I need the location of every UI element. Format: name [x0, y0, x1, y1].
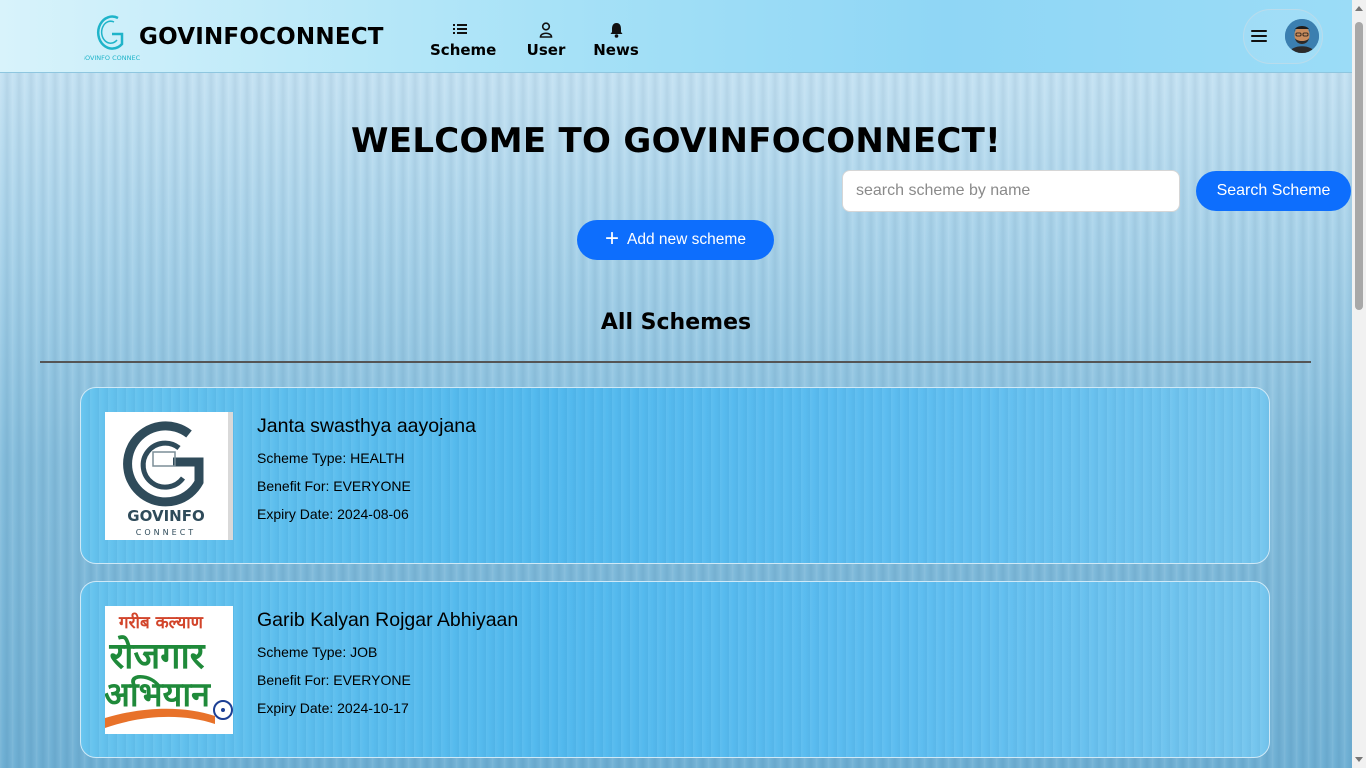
scheme-card[interactable]: GOVINFO CONNECT Janta swasthya aayojana …: [80, 387, 1270, 564]
nav-item-user[interactable]: User: [526, 22, 566, 59]
scroll-down-arrow-icon[interactable]: [1355, 757, 1363, 762]
add-new-scheme-button[interactable]: + Add new scheme: [577, 220, 774, 260]
scheme-expiry: Expiry Date: 2024-08-06: [257, 506, 409, 522]
scheme-image-text-mid: रोजगार: [108, 635, 205, 677]
scheme-image-text-bot: अभियान: [105, 674, 211, 715]
scroll-thumb[interactable]: [1355, 22, 1363, 310]
scheme-benefit: Benefit For: EVERYONE: [257, 478, 411, 494]
nav-item-news[interactable]: News: [592, 22, 640, 59]
scroll-up-arrow-icon[interactable]: [1355, 6, 1363, 11]
page-title: WELCOME TO GOVINFOCONNECT!: [351, 121, 1001, 161]
user-avatar[interactable]: [1285, 19, 1319, 53]
search-scheme-button[interactable]: Search Scheme: [1196, 171, 1351, 211]
hamburger-icon[interactable]: [1251, 30, 1267, 43]
scheme-name[interactable]: Garib Kalyan Rojgar Abhiyaan: [257, 609, 518, 632]
nav-item-scheme[interactable]: Scheme: [430, 22, 496, 59]
scheme-name[interactable]: Janta swasthya aayojana: [257, 415, 476, 438]
brand-logo[interactable]: GOVINFO CONNECT: [80, 10, 144, 62]
page-scrollbar[interactable]: [1352, 0, 1366, 768]
nav-user-label: User: [526, 41, 566, 59]
scheme-type: Scheme Type: JOB: [257, 644, 378, 660]
scheme-type: Scheme Type: HEALTH: [257, 450, 405, 466]
section-title: All Schemes: [600, 310, 752, 335]
brand-name[interactable]: GOVINFOCONNECT: [139, 24, 384, 50]
section-divider: [40, 361, 1311, 363]
list-icon: [430, 22, 490, 40]
scheme-card[interactable]: गरीब कल्याण रोजगार अभियान Garib Kalyan R…: [80, 581, 1270, 758]
add-scheme-label: Add new scheme: [627, 231, 746, 248]
bell-icon: [592, 22, 640, 40]
svg-text:GOVINFO CONNECT: GOVINFO CONNECT: [84, 54, 140, 62]
scheme-image-text: GOVINFO: [127, 507, 204, 525]
scheme-image: GOVINFO CONNECT: [105, 412, 233, 540]
nav-news-label: News: [593, 41, 639, 59]
search-input[interactable]: [842, 170, 1180, 212]
scheme-image-text-top: गरीब कल्याण: [118, 612, 204, 633]
user-icon: [526, 22, 566, 40]
scheme-benefit: Benefit For: EVERYONE: [257, 672, 411, 688]
top-navbar: GOVINFO CONNECT GOVINFOCONNECT Scheme Us…: [0, 0, 1352, 73]
scheme-image: गरीब कल्याण रोजगार अभियान: [105, 606, 233, 734]
nav-scheme-label: Scheme: [430, 41, 497, 59]
plus-icon: +: [605, 224, 620, 252]
scheme-image-subtext: CONNECT: [136, 528, 196, 537]
scheme-expiry: Expiry Date: 2024-10-17: [257, 700, 409, 716]
